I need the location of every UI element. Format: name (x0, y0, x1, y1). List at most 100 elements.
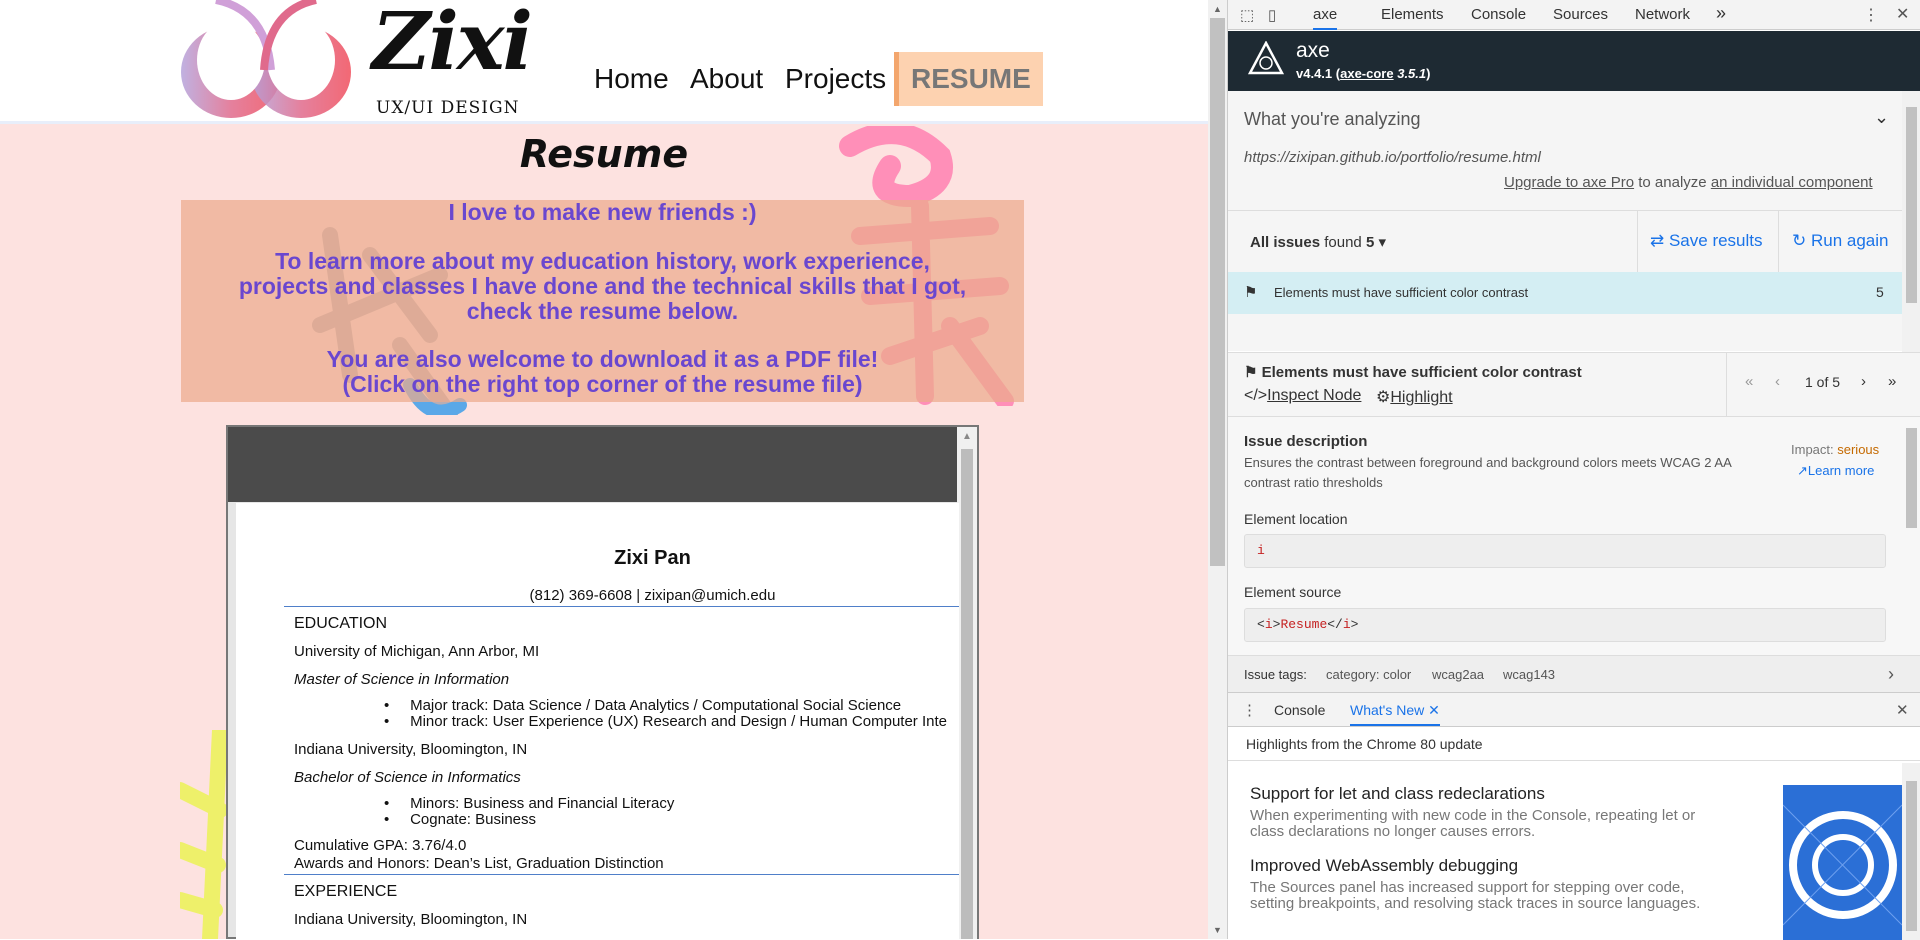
tags-label: Issue tags: (1244, 667, 1307, 682)
issue-row-count: 5 (1876, 284, 1884, 300)
issue-tags-row: Issue tags: category: color wcag2aa wcag… (1228, 655, 1920, 693)
close-icon[interactable]: ✕ (1896, 4, 1909, 24)
drawer-menu-icon[interactable]: ⋮ (1242, 701, 1257, 719)
tab-sources[interactable]: Sources (1553, 6, 1608, 23)
issues-filter[interactable]: All issues found 5 ▾ (1250, 233, 1386, 251)
whatsnew-item-1-desc: When experimenting with new code in the … (1250, 807, 1696, 840)
issue-detail: ⚑ Elements must have sufficient color co… (1228, 352, 1920, 693)
school-1: University of Michigan, Ann Arbor, MI (294, 643, 540, 660)
issue-detail-header: ⚑ Elements must have sufficient color co… (1228, 353, 1920, 417)
issues-toolbar: All issues found 5 ▾ ⇄ Save results ↻ Ru… (1228, 210, 1902, 273)
intro-line-1: I love to make new friends :) (448, 199, 757, 225)
detail-scroll-thumb[interactable] (1906, 428, 1917, 528)
devtools-tabbar: ⬚ ▯ axe Elements Console Sources Network… (1228, 0, 1920, 30)
tab-network[interactable]: Network (1635, 6, 1690, 23)
axe-logo-icon (1248, 41, 1284, 75)
whatsnew-headline: Highlights from the Chrome 80 update (1246, 736, 1483, 752)
more-tabs-icon[interactable]: » (1716, 3, 1726, 24)
save-results-button[interactable]: ⇄ Save results (1637, 211, 1779, 273)
run-again-button[interactable]: ↻ Run again (1780, 211, 1902, 273)
page-scroll-thumb[interactable] (1210, 18, 1225, 566)
chrome-update-image (1783, 785, 1902, 940)
element-location-value[interactable]: i (1244, 534, 1886, 568)
nav-projects[interactable]: Projects (785, 52, 886, 106)
degree-1-bullet-2: • Minor track: User Experience (UX) Rese… (384, 713, 947, 730)
logo-graphic (181, 0, 351, 118)
devtools-panel: ⬚ ▯ axe Elements Console Sources Network… (1227, 0, 1920, 940)
device-toolbar-icon[interactable]: ▯ (1268, 6, 1276, 24)
chevron-down-icon[interactable]: ⌄ (1874, 107, 1889, 128)
scroll-up-icon[interactable]: ▲ (962, 431, 972, 442)
logo-subtitle: UX/UI DESIGN (376, 98, 520, 118)
logo-text: Zixi (372, 0, 533, 88)
last-page-icon[interactable]: » (1888, 373, 1896, 390)
pdf-viewer[interactable]: ▲ Zixi Pan (812) 369-6608 | zixipan@umic… (226, 425, 979, 939)
resume-name: Zixi Pan (614, 547, 691, 569)
kebab-menu-icon[interactable]: ⋮ (1863, 5, 1879, 25)
run-again-label: ↻ Run again (1792, 231, 1889, 250)
axe-title: axe (1296, 39, 1330, 62)
intro-line-4: (Click on the right top corner of the re… (342, 371, 863, 397)
component-link[interactable]: an individual component (1711, 174, 1873, 191)
education-heading: EDUCATION (294, 615, 388, 632)
degree-2-bullet-2: • Cognate: Business (384, 811, 537, 828)
axe-core-link[interactable]: axe-core (1340, 66, 1393, 81)
drawer-close-icon[interactable]: ✕ (1896, 701, 1909, 719)
pdf-scrollbar[interactable]: ▲ (957, 427, 977, 939)
nav-about[interactable]: About (690, 52, 763, 106)
prev-page-icon[interactable]: ‹ (1775, 373, 1780, 390)
issue-desc: Ensures the contrast between foreground … (1244, 455, 1732, 490)
pdf-scroll-thumb[interactable] (961, 449, 973, 939)
experience-heading: EXPERIENCE (294, 883, 398, 900)
axe-version: v4.4.1 (axe-core 3.5.1) (1296, 66, 1431, 81)
analyzed-url: https://zixipan.github.io/portfolio/resu… (1244, 149, 1541, 166)
divider (1726, 353, 1727, 417)
inspect-element-icon[interactable]: ⬚ (1240, 6, 1254, 24)
analyzing-label: What you're analyzing (1244, 109, 1421, 129)
inspect-node-button[interactable]: </>Inspect Node (1244, 387, 1361, 405)
drawer-tab-console[interactable]: Console (1274, 702, 1325, 718)
whatsnew-item-1-title[interactable]: Support for let and class redeclarations (1250, 784, 1545, 804)
page-title: Resume (519, 132, 689, 176)
tag-1: category: color (1326, 667, 1412, 682)
resume-document: Zixi Pan (812) 369-6608 | zixipan@umich.… (236, 503, 959, 939)
nav-resume[interactable]: RESUME (894, 52, 1043, 106)
next-page-icon[interactable]: › (1861, 373, 1866, 390)
awards: Awards and Honors: Dean’s List, Graduati… (294, 855, 664, 872)
chevron-right-icon[interactable]: › (1888, 664, 1894, 685)
degree-2-bullet-1: • Minors: Business and Financial Literac… (384, 795, 675, 812)
nav-home[interactable]: Home (594, 52, 669, 106)
school-2: Indiana University, Bloomington, IN (294, 741, 528, 758)
drawer-scroll-thumb[interactable] (1906, 781, 1917, 931)
tab-axe[interactable]: axe (1313, 6, 1338, 30)
intro-line-2: To learn more about my education history… (238, 248, 967, 324)
axe-header: axe v4.4.1 (axe-core 3.5.1) (1228, 31, 1920, 91)
drawer-tab-whatsnew[interactable]: What's New ✕ (1350, 702, 1440, 726)
whatsnew-item-2-title[interactable]: Improved WebAssembly debugging (1250, 856, 1518, 876)
issue-row[interactable]: ⚑ Elements must have sufficient color co… (1228, 272, 1902, 314)
axe-scroll-thumb[interactable] (1906, 107, 1917, 303)
element-source-value[interactable]: <i>Resume</i> (1244, 608, 1886, 642)
issue-row-title: Elements must have sufficient color cont… (1274, 285, 1529, 300)
experience-school: Indiana University, Bloomington, IN (294, 911, 528, 928)
detail-title: ⚑ Elements must have sufficient color co… (1244, 364, 1582, 381)
whatsnew-item-2-desc: The Sources panel has increased support … (1250, 879, 1701, 912)
tab-console[interactable]: Console (1471, 6, 1526, 23)
pager-text: 1 of 5 (1805, 374, 1841, 390)
highlight-button[interactable]: ⚙Highlight (1376, 387, 1453, 407)
scroll-down-icon[interactable]: ▼ (1213, 925, 1222, 935)
learn-more-link[interactable]: ↗Learn more (1797, 463, 1874, 479)
issue-desc-label: Issue description (1244, 433, 1368, 450)
intro-line-3: You are also welcome to download it as a… (326, 346, 879, 372)
web-page: Zixi UX/UI DESIGN Home About Projects RE… (0, 0, 1208, 939)
divider (1228, 760, 1920, 761)
flag-icon: ⚑ (1244, 284, 1258, 301)
tab-elements[interactable]: Elements (1381, 6, 1444, 23)
degree-2: Bachelor of Science in Informatics (294, 769, 521, 786)
scroll-up-icon[interactable]: ▲ (1213, 4, 1222, 14)
tag-3: wcag143 (1503, 667, 1556, 682)
upgrade-link[interactable]: Upgrade to axe Pro (1504, 174, 1634, 191)
divider (284, 606, 959, 607)
first-page-icon[interactable]: « (1745, 373, 1753, 390)
impact: Impact: serious (1791, 442, 1880, 457)
